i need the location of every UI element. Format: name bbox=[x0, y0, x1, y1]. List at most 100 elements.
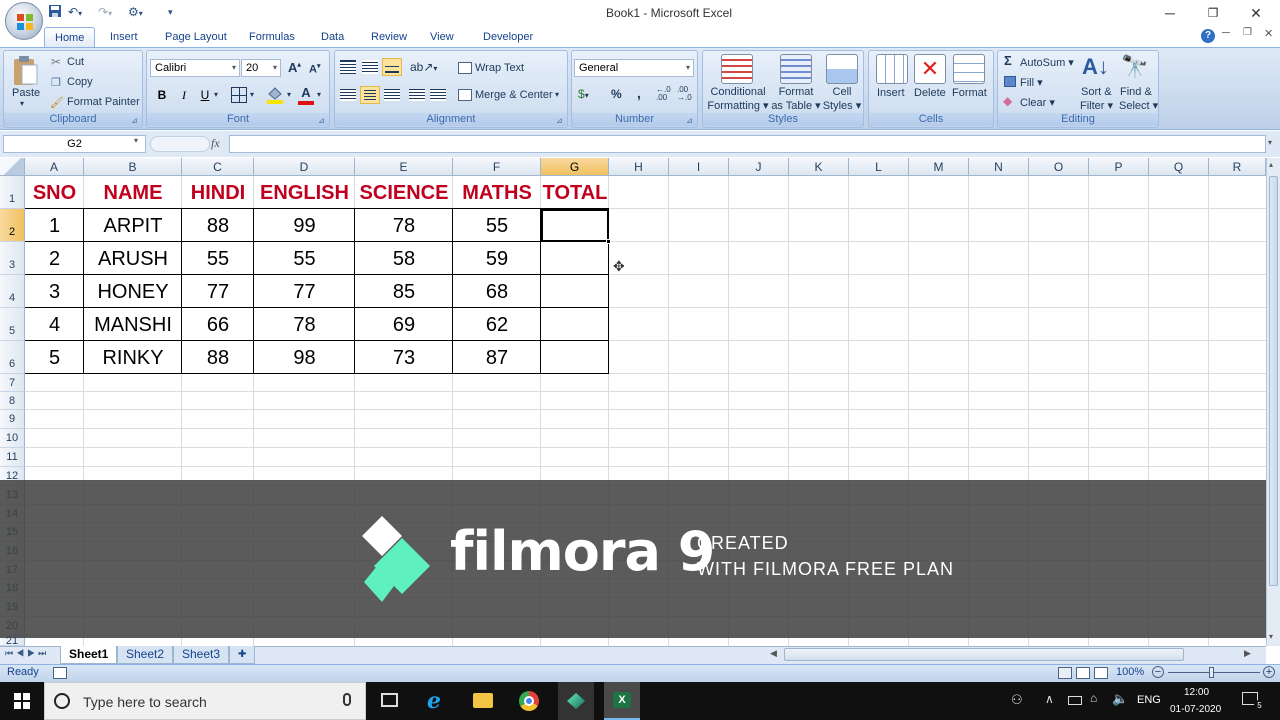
alignment-launcher-icon[interactable]: ⊿ bbox=[556, 116, 563, 125]
column-header-b[interactable]: B bbox=[84, 158, 182, 176]
sheet-tab-3[interactable]: Sheet3 bbox=[173, 646, 230, 664]
zoom-slider[interactable] bbox=[1168, 672, 1260, 673]
header-cell-f1[interactable]: MATHS bbox=[453, 177, 541, 209]
sort-filter-label-1[interactable]: Sort & bbox=[1081, 86, 1112, 98]
tab-insert[interactable]: Insert bbox=[100, 27, 148, 47]
copy-button[interactable]: Copy bbox=[67, 76, 93, 88]
fill-color-icon[interactable] bbox=[265, 86, 285, 104]
people-icon[interactable]: ⚇ bbox=[1011, 692, 1023, 708]
tab-home[interactable]: Home bbox=[44, 27, 96, 47]
table-cell-c4[interactable]: 77 bbox=[182, 276, 254, 308]
find-select-button[interactable]: Select ▾ bbox=[1119, 99, 1158, 112]
increase-indent-icon[interactable] bbox=[430, 89, 446, 101]
header-cell-e1[interactable]: SCIENCE bbox=[355, 177, 453, 209]
insert-sheet-icon[interactable]: ✚ bbox=[229, 646, 255, 664]
paste-button[interactable]: Paste bbox=[12, 87, 40, 99]
page-break-view-icon[interactable] bbox=[1094, 667, 1108, 679]
table-cell-e3[interactable]: 58 bbox=[355, 243, 453, 275]
vertical-scrollbar[interactable]: ▴ ▾ bbox=[1266, 158, 1280, 646]
clock-time[interactable]: 12:00 bbox=[1184, 687, 1209, 698]
tab-view[interactable]: View bbox=[420, 27, 464, 47]
table-cell-d4[interactable]: 77 bbox=[254, 276, 355, 308]
orientation-icon[interactable]: ab↗▾ bbox=[410, 60, 437, 74]
battery-icon[interactable] bbox=[1068, 696, 1082, 705]
sheet-tab-2[interactable]: Sheet2 bbox=[117, 646, 174, 664]
zoom-level[interactable]: 100% bbox=[1116, 666, 1144, 678]
percent-button[interactable]: % bbox=[611, 87, 622, 101]
table-cell-a2[interactable]: 1 bbox=[25, 210, 84, 242]
zoom-out-icon[interactable]: − bbox=[1152, 666, 1164, 678]
excel-taskbar-button[interactable]: X bbox=[604, 682, 640, 720]
row-header-8[interactable]: 8 bbox=[0, 392, 25, 410]
column-header-q[interactable]: Q bbox=[1149, 158, 1209, 176]
column-header-g[interactable]: G bbox=[541, 158, 609, 176]
insert-function-icon[interactable]: fx bbox=[211, 136, 220, 151]
table-cell-b6[interactable]: RINKY bbox=[84, 342, 182, 374]
network-icon[interactable]: ⌂ bbox=[1090, 691, 1097, 705]
center-icon[interactable] bbox=[360, 86, 380, 104]
column-header-m[interactable]: M bbox=[909, 158, 969, 176]
macro-record-icon[interactable] bbox=[53, 667, 67, 679]
table-cell-g5[interactable] bbox=[541, 309, 609, 341]
normal-view-icon[interactable] bbox=[1058, 667, 1072, 679]
shrink-font-icon[interactable]: A▾ bbox=[309, 62, 320, 76]
row-header-1[interactable]: 1 bbox=[0, 176, 25, 209]
select-all-corner[interactable] bbox=[0, 158, 25, 176]
column-header-l[interactable]: L bbox=[849, 158, 909, 176]
scroll-left-icon[interactable]: ◀ bbox=[770, 648, 777, 659]
row-header-11[interactable]: 11 bbox=[0, 448, 25, 467]
office-button[interactable] bbox=[5, 2, 43, 40]
merge-center-button[interactable]: Merge & Center bbox=[475, 89, 553, 101]
wrap-text-button[interactable]: Wrap Text bbox=[475, 62, 524, 74]
restore-icon[interactable]: ❐ bbox=[1193, 2, 1233, 24]
ribbon-minimize-icon[interactable]: ─ bbox=[1222, 27, 1230, 39]
paste-icon[interactable] bbox=[10, 53, 40, 87]
row-header-10[interactable]: 10 bbox=[0, 429, 25, 448]
name-box[interactable]: G2 bbox=[3, 135, 146, 153]
windows-start-icon[interactable] bbox=[14, 693, 30, 709]
table-cell-d2[interactable]: 99 bbox=[254, 210, 355, 242]
table-cell-d3[interactable]: 55 bbox=[254, 243, 355, 275]
help-icon[interactable]: ? bbox=[1201, 29, 1215, 43]
clock-date[interactable]: 01-07-2020 bbox=[1170, 704, 1221, 715]
fill-button[interactable]: Fill ▾ bbox=[1020, 76, 1043, 89]
italic-button[interactable]: I bbox=[175, 86, 193, 104]
table-cell-g6[interactable] bbox=[541, 342, 609, 374]
table-cell-a5[interactable]: 4 bbox=[25, 309, 84, 341]
top-align-icon[interactable] bbox=[340, 60, 356, 74]
column-header-r[interactable]: R bbox=[1209, 158, 1266, 176]
horizontal-scroll-thumb[interactable] bbox=[784, 648, 1184, 661]
merge-dropdown-icon[interactable]: ▾ bbox=[555, 90, 559, 99]
table-cell-f4[interactable]: 68 bbox=[453, 276, 541, 308]
format-as-table-label-1[interactable]: Format bbox=[775, 86, 817, 98]
row-header-9[interactable]: 9 bbox=[0, 410, 25, 429]
clipboard-launcher-icon[interactable]: ⊿ bbox=[131, 116, 138, 125]
zoom-slider-thumb[interactable] bbox=[1209, 667, 1214, 678]
column-header-p[interactable]: P bbox=[1089, 158, 1149, 176]
table-cell-e2[interactable]: 78 bbox=[355, 210, 453, 242]
row-header-5[interactable]: 5 bbox=[0, 308, 25, 341]
row-header-2[interactable]: 2 bbox=[0, 209, 25, 242]
zoom-in-icon[interactable]: + bbox=[1263, 666, 1275, 678]
scroll-right-icon[interactable]: ▶ bbox=[1244, 648, 1251, 659]
table-cell-b4[interactable]: HONEY bbox=[84, 276, 182, 308]
table-cell-f5[interactable]: 62 bbox=[453, 309, 541, 341]
table-cell-b2[interactable]: ARPIT bbox=[84, 210, 182, 242]
table-cell-e6[interactable]: 73 bbox=[355, 342, 453, 374]
borders-dropdown-icon[interactable]: ▾ bbox=[250, 90, 254, 99]
number-format-select[interactable]: General ▾ bbox=[574, 59, 694, 77]
sheet-tab-1[interactable]: Sheet1 bbox=[60, 646, 118, 664]
table-cell-g4[interactable] bbox=[541, 276, 609, 308]
tab-formulas[interactable]: Formulas bbox=[239, 27, 305, 47]
paste-dropdown-icon[interactable]: ▾ bbox=[20, 99, 24, 108]
underline-dropdown-icon[interactable]: ▾ bbox=[214, 90, 218, 99]
font-size-select[interactable]: 20 ▾ bbox=[241, 59, 281, 77]
table-cell-f3[interactable]: 59 bbox=[453, 243, 541, 275]
fill-dropdown-icon[interactable]: ▾ bbox=[287, 90, 291, 99]
page-layout-view-icon[interactable] bbox=[1076, 667, 1090, 679]
table-cell-c3[interactable]: 55 bbox=[182, 243, 254, 275]
table-cell-c5[interactable]: 66 bbox=[182, 309, 254, 341]
filmora-taskbar-button[interactable] bbox=[558, 682, 594, 720]
format-as-table-button[interactable]: as Table ▾ bbox=[770, 99, 822, 112]
number-launcher-icon[interactable]: ⊿ bbox=[686, 116, 693, 125]
